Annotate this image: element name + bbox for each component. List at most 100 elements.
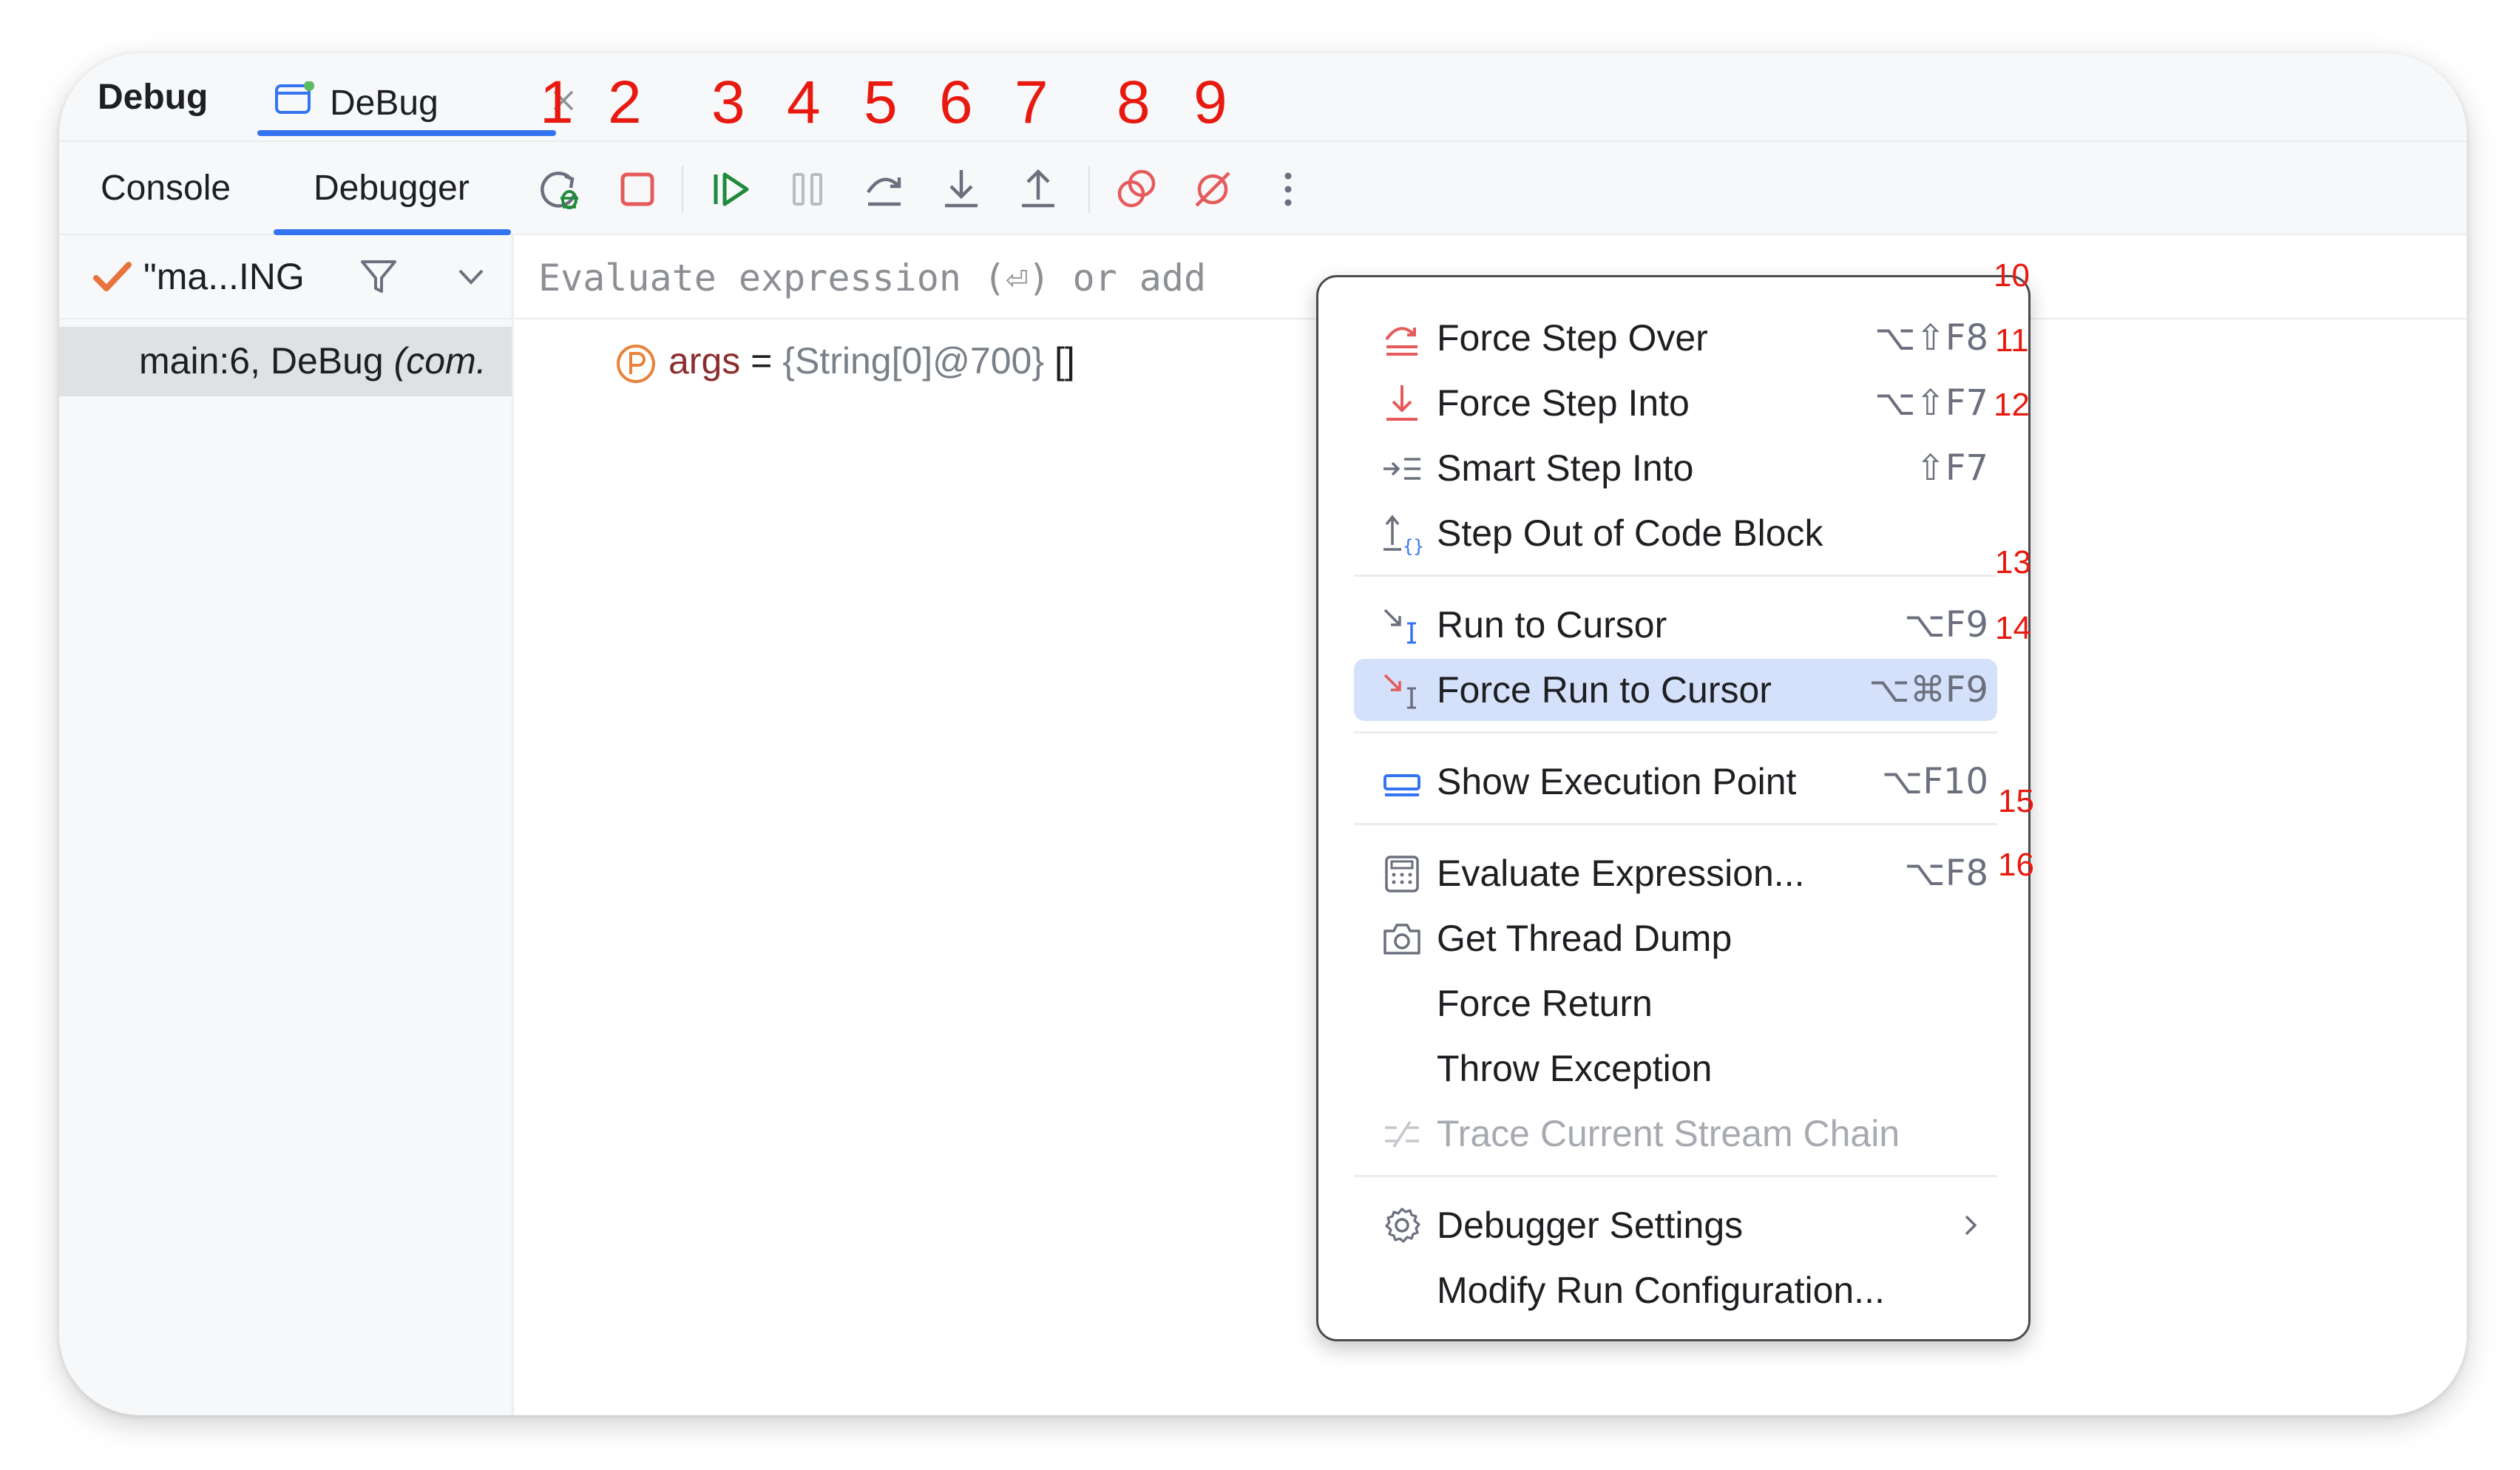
stream-chain-icon [1385,1121,1419,1148]
force-step-into-icon [1386,385,1418,421]
callout-number: 8 [1117,69,1151,136]
step-out-code-block-icon: {} [1383,515,1423,555]
menu-item-shortcut: ⌥⇧F8 [1874,317,1988,359]
menu-item-label: Get Thread Dump [1437,918,1732,959]
checkmark-icon [93,262,132,291]
force-step-over-icon [1385,327,1418,356]
tab-debugger[interactable]: Debugger [274,142,511,235]
callout-number: 4 [787,69,821,136]
callout-number: 5 [864,69,898,136]
menu-item-shortcut: ⌥F8 [1904,853,1988,894]
debugger-more-actions-menu: Force Step Over ⌥⇧F8 Force Step Into ⌥⇧F… [1316,275,2030,1341]
menu-item-label: Trace Current Stream Chain [1437,1113,1900,1154]
more-icon[interactable] [1264,166,1312,213]
menu-separator [1354,823,1997,825]
callout-number: 14 [1995,610,2031,646]
tool-window-title: Debug [98,78,209,117]
thread-name: "ma...ING [143,256,305,297]
menu-item-label: Debugger Settings [1437,1205,1744,1246]
tab-console[interactable]: Console [101,142,231,235]
menu-item-label: Smart Step Into [1437,447,1694,489]
session-tab-debug[interactable]: DeBug [257,65,574,136]
callout-number: 12 [1994,387,2030,423]
menu-item-label: Run to Cursor [1437,604,1667,646]
frames-panel: "ma...ING main:6, DeBug (com. [59,235,513,1415]
view-breakpoints-icon[interactable] [1112,166,1159,213]
menu-separator [1354,575,1997,577]
menu-item-force-run-to-cursor[interactable]: Force Run to Cursor ⌥⌘F9 [1354,659,1997,721]
callout-number: 7 [1015,69,1049,136]
menu-item-label: Force Run to Cursor [1437,669,1772,711]
callout-number: 10 [1994,257,2030,294]
menu-item-shortcut: ⌥⌘F9 [1869,669,1988,711]
menu-item-label: Show Execution Point [1437,761,1797,802]
menu-item-label: Evaluate Expression... [1437,853,1805,894]
menu-item-throw-exception[interactable]: Throw Exception [1354,1037,1997,1100]
menu-item-step-out-of-code-block[interactable]: {} Step Out of Code Block [1354,502,1997,564]
menu-item-label: Modify Run Configuration... [1437,1270,1885,1311]
step-over-icon[interactable] [861,166,908,213]
force-run-to-cursor-icon [1383,674,1416,709]
session-tab-label: DeBug [330,84,438,123]
menu-item-modify-run-configuration[interactable]: Modify Run Configuration... [1354,1259,1997,1321]
show-execution-point-icon [1383,774,1420,796]
calculator-icon [1385,856,1419,892]
svg-text:{}: {} [1403,536,1423,555]
stop-icon[interactable] [614,166,661,213]
menu-item-label: Force Step Into [1437,382,1690,424]
step-out-icon[interactable] [1015,166,1062,213]
pause-icon[interactable] [784,166,831,213]
callout-number: 3 [711,69,745,136]
menu-item-debugger-settings[interactable]: Debugger Settings [1354,1194,1997,1256]
callout-number: 9 [1193,69,1227,136]
variable-text: args = {String[0]@700} [] [668,340,1075,382]
debug-toolbar: Console Debugger [59,142,2467,235]
menu-item-shortcut: ⇧F7 [1915,447,1988,489]
menu-item-label: Step Out of Code Block [1437,512,1823,554]
chevron-down-icon[interactable] [455,263,487,290]
callout-number: 15 [1998,783,2034,819]
menu-item-smart-step-into[interactable]: Smart Step Into ⇧F7 [1354,437,1997,499]
menu-item-label: Throw Exception [1437,1048,1713,1089]
parameter-icon [617,345,655,383]
menu-item-shortcut: ⌥F10 [1882,761,1988,802]
debug-tool-window: Debug DeBug 1 2 3 4 5 6 7 8 9 Console De… [59,53,2467,1415]
callout-number: 1 [540,69,574,136]
menu-item-evaluate-expression[interactable]: Evaluate Expression... ⌥F8 [1354,842,1997,904]
thread-selector[interactable]: "ma...ING [59,235,512,319]
run-to-cursor-icon [1383,609,1416,644]
toolbar-separator [682,166,683,213]
mute-breakpoints-icon[interactable] [1189,166,1236,213]
evaluate-placeholder: Evaluate expression (⏎) or add [538,257,1207,299]
resume-icon[interactable] [707,166,754,213]
menu-item-label: Force Step Over [1437,317,1708,359]
callout-number: 16 [1998,847,2034,883]
menu-item-force-step-into[interactable]: Force Step Into ⌥⇧F7 [1354,372,1997,434]
filter-icon[interactable] [358,256,399,297]
camera-icon [1383,924,1420,955]
menu-item-force-step-over[interactable]: Force Step Over ⌥⇧F8 [1354,307,1997,369]
toolbar-separator [1088,166,1090,213]
menu-item-shortcut: ⌥F9 [1904,604,1988,646]
menu-item-show-execution-point[interactable]: Show Execution Point ⌥F10 [1354,751,1997,813]
menu-item-trace-current-stream-chain: Trace Current Stream Chain [1354,1102,1997,1165]
menu-separator [1354,731,1997,734]
menu-item-run-to-cursor[interactable]: Run to Cursor ⌥F9 [1354,594,1997,656]
menu-separator [1354,1175,1997,1177]
callout-number: 2 [608,69,642,136]
callout-number: 13 [1995,544,2031,580]
gear-icon [1385,1208,1420,1243]
chevron-right-icon [1965,1215,1977,1236]
menu-item-shortcut: ⌥⇧F7 [1874,382,1988,424]
stack-frame-label: main:6, DeBug (com. [139,340,487,382]
menu-item-force-return[interactable]: Force Return [1354,972,1997,1034]
callout-number: 6 [939,69,973,136]
rerun-debug-icon[interactable] [537,166,584,213]
callout-number: 11 [1995,322,2029,359]
menu-item-get-thread-dump[interactable]: Get Thread Dump [1354,907,1997,969]
application-window-icon [275,81,314,114]
active-tab-indicator [257,130,556,136]
step-into-icon[interactable] [938,166,985,213]
stack-frame-row[interactable]: main:6, DeBug (com. [59,327,512,396]
menu-item-label: Force Return [1437,983,1653,1024]
